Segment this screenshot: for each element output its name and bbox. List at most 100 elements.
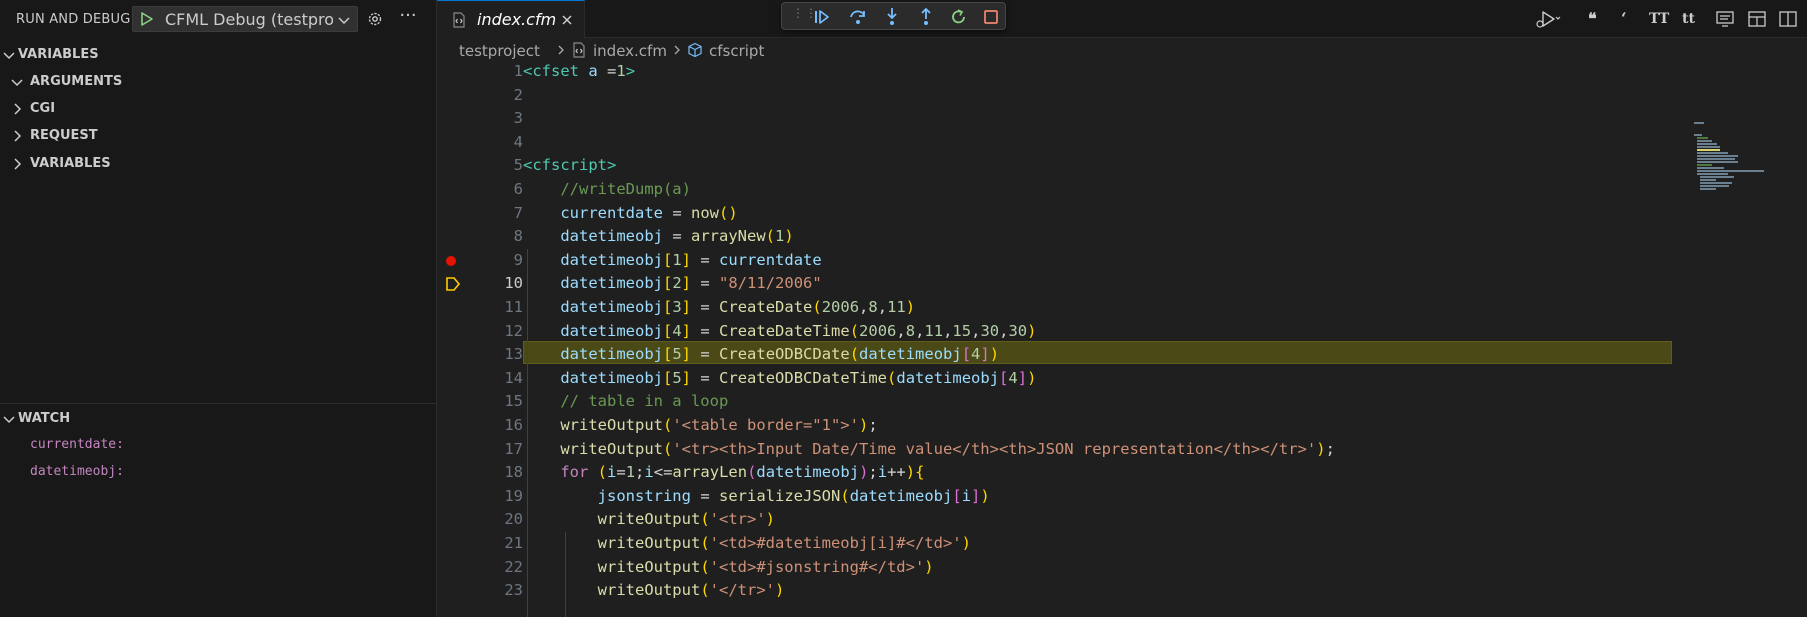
drag-handle[interactable]: ⋮⋮: [792, 7, 817, 25]
watch-section-header[interactable]: WATCH: [0, 408, 437, 430]
step-over-icon[interactable]: [848, 7, 868, 27]
layout-icon[interactable]: [1747, 9, 1767, 29]
scope-arguments[interactable]: ARGUMENTS: [0, 71, 437, 93]
line-number[interactable]: 23: [463, 579, 523, 603]
code-line[interactable]: 5 <cfscript>: [437, 154, 1807, 178]
line-number[interactable]: 11: [463, 296, 523, 320]
code-token: =: [700, 368, 710, 387]
line-number[interactable]: 22: [463, 556, 523, 580]
code-line[interactable]: 2: [437, 84, 1807, 108]
code-line[interactable]: 20 writeOutput('<tr>'): [437, 508, 1807, 532]
code-token: (: [700, 581, 710, 600]
quote-single-icon[interactable]: ‘: [1621, 9, 1627, 29]
code-line[interactable]: 9 datetimeobj[1] = currentdate: [437, 249, 1807, 273]
code-line[interactable]: 15 // table in a loop: [437, 390, 1807, 414]
start-debugging-icon[interactable]: [139, 11, 155, 27]
run-debug-icon[interactable]: [1535, 9, 1561, 29]
scope-cgi[interactable]: CGI: [0, 98, 437, 120]
code-token: ]: [681, 345, 692, 364]
gear-icon[interactable]: [366, 10, 384, 28]
code-token: (: [840, 486, 850, 505]
line-number[interactable]: 5: [463, 154, 523, 178]
code-line[interactable]: 4: [437, 131, 1807, 155]
line-number[interactable]: 16: [463, 414, 523, 438]
code-line[interactable]: 19 jsonstring = serializeJSON(datetimeob…: [437, 485, 1807, 509]
line-number[interactable]: 2: [463, 84, 523, 108]
code-token: ]: [681, 321, 692, 340]
watch-expression[interactable]: currentdate:: [30, 437, 124, 452]
code-line[interactable]: 22 writeOutput('<td>#jsonstring#</td>'): [437, 556, 1807, 580]
variables-section-header[interactable]: VARIABLES: [0, 44, 437, 66]
minimap[interactable]: [1694, 122, 1774, 202]
code-line[interactable]: 17 writeOutput('<tr><th>Input Date/Time …: [437, 438, 1807, 462]
code-token: [: [662, 345, 673, 364]
line-number[interactable]: 3: [463, 107, 523, 131]
minimap-line: [1697, 161, 1738, 163]
code-token: cfset: [532, 62, 580, 80]
split-editor-icon[interactable]: [1778, 9, 1798, 29]
line-number[interactable]: 17: [463, 438, 523, 462]
code-line[interactable]: 10 datetimeobj[2] = "8/11/2006": [437, 272, 1807, 296]
launch-config-dropdown[interactable]: CFML Debug (testproject): [132, 6, 358, 32]
line-number[interactable]: 12: [463, 320, 523, 344]
code-line[interactable]: 11 datetimeobj[3] = CreateDate(2006,8,11…: [437, 296, 1807, 320]
code-token: datetimeobj: [756, 463, 860, 482]
line-number[interactable]: 21: [463, 532, 523, 556]
screen-icon[interactable]: [1715, 9, 1735, 29]
code-line[interactable]: 21 writeOutput('<td>#datetimeobj[i]#</td…: [437, 532, 1807, 556]
code-token: arrayNew: [691, 227, 766, 246]
code-token: '<table border="1">': [672, 416, 859, 434]
code-editor[interactable]: 1 <cfset a =1> 2 3 4 5 <cfscript> 6 //writeDump…: [437, 60, 1807, 617]
code-line[interactable]: 18 for (i=1;i<=arrayLen(datetimeobj);i++…: [437, 461, 1807, 485]
code-token: =: [597, 62, 617, 80]
line-number[interactable]: 19: [463, 485, 523, 509]
code-line[interactable]: 8 datetimeobj = arrayNew(1): [437, 225, 1807, 249]
minimap-line: [1700, 176, 1734, 178]
continue-icon[interactable]: [812, 7, 832, 27]
line-number[interactable]: 15: [463, 390, 523, 414]
lowercase-icon[interactable]: tt: [1682, 9, 1695, 29]
code-token: =: [700, 321, 710, 340]
line-number[interactable]: 1: [463, 60, 523, 84]
breadcrumb-symbol[interactable]: cfscript: [709, 42, 764, 60]
line-number[interactable]: 9: [463, 249, 523, 273]
line-number[interactable]: 6: [463, 178, 523, 202]
stop-icon[interactable]: [981, 7, 1001, 27]
code-text: writeOutput('<tr>'): [523, 508, 775, 532]
restart-icon[interactable]: [949, 7, 969, 27]
code-line[interactable]: 1 <cfset a =1>: [437, 60, 1807, 84]
code-line[interactable]: 12 datetimeobj[4] = CreateDateTime(2006,…: [437, 320, 1807, 344]
uppercase-icon[interactable]: TT: [1649, 9, 1669, 29]
line-number[interactable]: 20: [463, 508, 523, 532]
code-line[interactable]: 7 currentdate = now(): [437, 202, 1807, 226]
chevron-down-icon: [338, 17, 350, 25]
scope-variables[interactable]: VARIABLES: [0, 153, 437, 175]
code-line[interactable]: 3: [437, 107, 1807, 131]
more-actions-icon[interactable]: ···: [398, 7, 418, 27]
breadcrumb-folder[interactable]: testproject: [459, 42, 540, 60]
close-icon[interactable]: [559, 12, 575, 28]
line-number[interactable]: 8: [463, 225, 523, 249]
line-number[interactable]: 18: [463, 461, 523, 485]
breadcrumb-file[interactable]: index.cfm: [593, 42, 667, 60]
tab-index-cfm[interactable]: index.cfm: [437, 0, 585, 38]
step-into-icon[interactable]: [882, 7, 902, 27]
line-number[interactable]: 14: [463, 367, 523, 391]
line-number[interactable]: 4: [463, 131, 523, 155]
code-line[interactable]: 6 //writeDump(a): [437, 178, 1807, 202]
scope-request[interactable]: REQUEST: [0, 125, 437, 147]
code-line[interactable]: 14 datetimeobj[5] = CreateODBCDateTime(d…: [437, 367, 1807, 391]
code-token: jsonstring: [597, 486, 691, 505]
step-out-icon[interactable]: [916, 7, 936, 27]
code-line[interactable]: 13 datetimeobj[5] = CreateODBCDate(datet…: [437, 343, 1807, 367]
breakpoint-icon[interactable]: [446, 255, 456, 266]
line-number[interactable]: 13: [463, 343, 523, 367]
quote-double-icon[interactable]: ❝: [1588, 9, 1597, 29]
code-text: jsonstring = serializeJSON(datetimeobj[i…: [523, 485, 990, 509]
watch-expression[interactable]: datetimeobj:: [30, 464, 124, 479]
line-number[interactable]: 7: [463, 202, 523, 226]
line-number[interactable]: 10: [463, 272, 523, 296]
code-line[interactable]: 23 writeOutput('</tr>'): [437, 579, 1807, 603]
code-line[interactable]: 16 writeOutput('<table border="1">');: [437, 414, 1807, 438]
